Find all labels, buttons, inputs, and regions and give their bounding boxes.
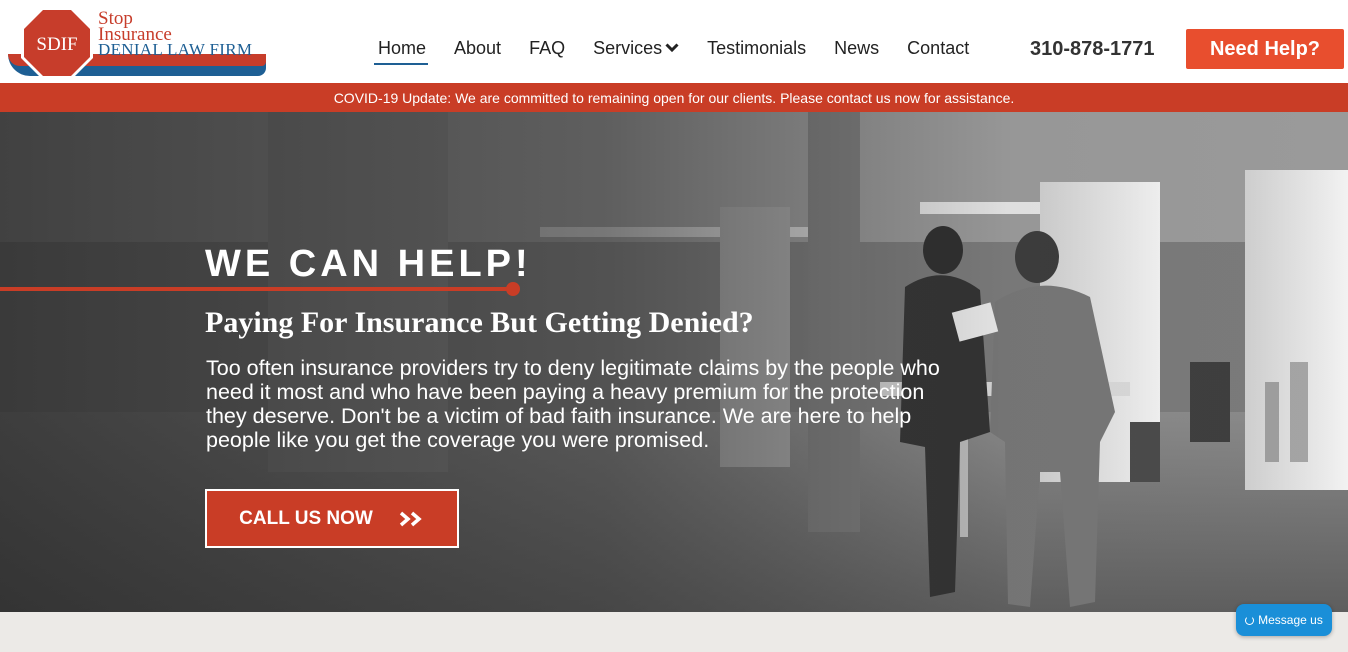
stop-sign-icon: SDIF	[21, 7, 93, 79]
call-us-now-button[interactable]: CALL US NOW	[205, 489, 459, 548]
nav-testimonials[interactable]: Testimonials	[707, 38, 806, 59]
chat-icon	[1245, 615, 1255, 625]
need-help-button[interactable]: Need Help?	[1186, 29, 1344, 69]
nav-services-label: Services	[593, 37, 663, 58]
logo-line-firm: DENIAL LAW FIRM	[98, 41, 252, 59]
nav-contact[interactable]: Contact	[907, 38, 969, 59]
hero-body-text: Too often insurance providers try to den…	[206, 356, 940, 452]
hero-banner: WE CAN HELP! Paying For Insurance But Ge…	[0, 112, 1348, 612]
call-us-now-label: CALL US NOW	[239, 507, 373, 529]
covid-notice-bar: COVID-19 Update: We are committed to rem…	[0, 83, 1348, 112]
chevron-down-icon	[665, 43, 679, 53]
logo-denial: DENIAL	[98, 40, 163, 59]
nav-news[interactable]: News	[834, 38, 879, 59]
double-chevron-right-icon	[399, 511, 425, 527]
logo-law-firm: LAW FIRM	[167, 40, 253, 59]
phone-number-link[interactable]: 310-878-1771	[1030, 38, 1155, 61]
site-logo[interactable]: SDIF Stop Insurance DENIAL LAW FIRM	[6, 4, 268, 79]
message-us-label: Message us	[1258, 613, 1323, 627]
nav-home[interactable]: Home	[373, 38, 429, 65]
nav-about[interactable]: About	[454, 38, 501, 59]
main-nav: Home About FAQ Services Testimonials New…	[373, 36, 997, 65]
nav-services[interactable]: Services	[593, 38, 679, 59]
hero-subtitle: Paying For Insurance But Getting Denied?	[205, 306, 754, 339]
logo-badge-text: SDIF	[36, 34, 77, 55]
message-us-chat-button[interactable]: Message us	[1236, 604, 1332, 636]
site-header: SDIF Stop Insurance DENIAL LAW FIRM Home…	[0, 0, 1348, 83]
hero-title: WE CAN HELP!	[205, 243, 532, 285]
hero-accent-line	[0, 287, 512, 291]
nav-faq[interactable]: FAQ	[529, 38, 565, 59]
hero-accent-dot	[506, 282, 520, 296]
